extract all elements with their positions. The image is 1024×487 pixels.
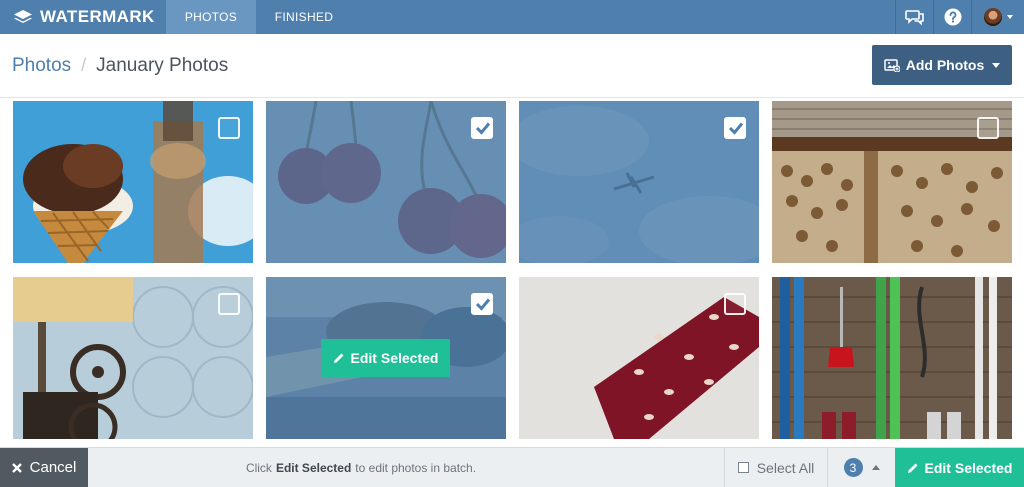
page-title: January Photos	[96, 54, 229, 76]
photo-select-checkbox[interactable]	[218, 117, 240, 139]
check-icon	[475, 298, 491, 311]
account-menu[interactable]	[971, 0, 1024, 34]
photo-tile-skis[interactable]	[772, 277, 1012, 439]
chevron-up-icon	[871, 465, 880, 470]
help-icon	[944, 8, 961, 26]
chevron-down-icon	[1006, 15, 1013, 19]
select-all-label: Select All	[756, 459, 815, 476]
photo-tile-cherries[interactable]	[266, 101, 506, 263]
breadcrumb-photos-link[interactable]: Photos	[12, 55, 71, 77]
check-icon	[475, 122, 491, 135]
image-add-icon	[883, 59, 900, 72]
lamp-projector-photo	[13, 277, 253, 439]
close-icon	[11, 462, 22, 473]
page-header: Photos / January Photos Add Photos	[0, 34, 1024, 98]
photo-select-checkbox[interactable]	[724, 117, 746, 139]
chat-button[interactable]	[895, 0, 933, 34]
tab-finished[interactable]: FINISHED	[256, 0, 352, 34]
photo-select-checkbox[interactable]	[977, 117, 999, 139]
avatar	[983, 8, 1002, 26]
select-all-toggle[interactable]: Select All	[724, 448, 827, 487]
edit-selected-button[interactable]: Edit Selected	[895, 448, 1024, 487]
chevron-down-icon	[992, 62, 1001, 68]
hint-suffix: to edit photos in batch.	[355, 460, 477, 475]
photo-select-checkbox[interactable]	[471, 117, 493, 139]
photo-tile-firewood[interactable]	[772, 101, 1012, 263]
photo-tile-ice-cream[interactable]	[13, 101, 253, 263]
top-navigation-bar: WATERMARK PHOTOS FINISHED	[0, 0, 1024, 34]
brand-name: WATERMARK	[40, 7, 155, 26]
photo-select-checkbox[interactable]	[471, 293, 493, 315]
photo-tile-red-tie[interactable]	[519, 277, 759, 439]
edit-selected-overlay-button[interactable]: Edit Selected	[321, 339, 450, 377]
selection-overlay	[519, 101, 759, 263]
layers-logo-icon	[14, 10, 32, 23]
edit-selected-label: Edit Selected	[924, 459, 1013, 476]
photo-tile-lamp-projector[interactable]	[13, 277, 253, 439]
edit-selected-label: Edit Selected	[350, 350, 439, 366]
check-icon	[728, 122, 744, 135]
selected-count-badge: 3	[843, 458, 863, 477]
pencil-icon	[907, 463, 918, 473]
hint-bold: Edit Selected	[275, 460, 352, 475]
batch-action-bar: Cancel Click Edit Selected to edit photo…	[0, 447, 1024, 487]
batch-hint-text: Click Edit Selected to edit photos in ba…	[88, 448, 724, 487]
skis-photo	[772, 277, 1012, 439]
help-button[interactable]	[933, 0, 971, 34]
firewood-photo	[772, 101, 1012, 263]
photo-tile-sneakers[interactable]: Edit Selected	[266, 277, 506, 439]
ice-cream-photo	[13, 101, 253, 263]
photo-select-checkbox[interactable]	[724, 293, 746, 315]
red-tie-photo	[519, 277, 759, 439]
breadcrumb-separator: /	[81, 55, 87, 75]
photo-select-checkbox[interactable]	[218, 293, 240, 315]
breadcrumb: Photos / January Photos	[12, 55, 228, 77]
add-photos-button[interactable]: Add Photos	[872, 45, 1012, 85]
selected-count-toggle[interactable]: 3	[827, 448, 895, 487]
cancel-label: Cancel	[29, 459, 77, 476]
hint-prefix: Click	[245, 460, 272, 475]
tab-photos[interactable]: PHOTOS	[166, 0, 256, 34]
chat-icon	[904, 10, 924, 25]
pencil-icon	[333, 353, 344, 363]
photo-tile-airplane[interactable]	[519, 101, 759, 263]
selection-overlay	[266, 101, 506, 263]
cancel-button[interactable]: Cancel	[0, 448, 88, 487]
add-photos-label: Add Photos	[905, 57, 985, 73]
brand-logo[interactable]: WATERMARK	[0, 0, 166, 34]
select-all-checkbox[interactable]	[737, 462, 749, 473]
